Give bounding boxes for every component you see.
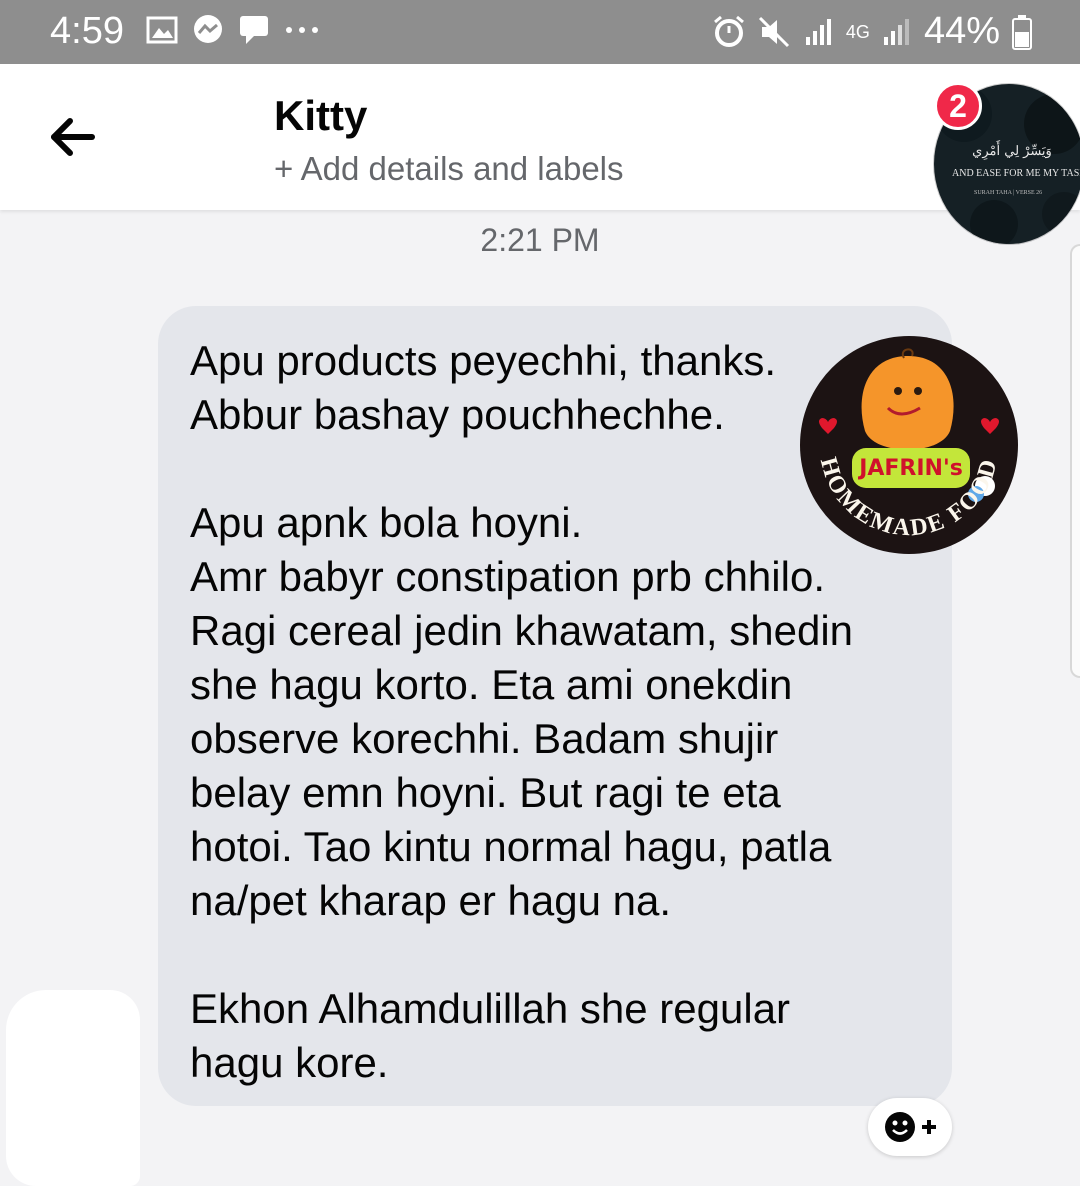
conversation-header: Kitty + Add details and labels (0, 64, 1080, 210)
logo-ring-label: HOMEMADE FOOD (815, 455, 1001, 542)
avatar-caption: SURAH TAHA | VERSE 26 (974, 190, 1043, 196)
chat-icon (240, 16, 268, 44)
status-bar: 4:59 4G 44% (0, 0, 1080, 64)
arrow-left-icon (51, 118, 95, 156)
system-icons: 4G 44% (712, 10, 1032, 53)
hidden-avatar-area (6, 990, 140, 1186)
status-time: 4:59 (50, 10, 124, 52)
image-icon (146, 16, 178, 44)
side-panel-edge (1070, 244, 1080, 678)
back-button[interactable] (46, 114, 98, 160)
messenger-icon (194, 15, 222, 43)
unread-badge: 2 (934, 82, 982, 130)
mute-icon (758, 16, 789, 47)
avatar-text: AND EASE FOR ME MY TASK (952, 168, 1080, 179)
notification-icons (146, 14, 320, 46)
svg-text:HOMEMADE FOOD: HOMEMADE FOOD (815, 455, 1003, 542)
contact-name[interactable]: Kitty (274, 92, 367, 140)
battery-percent: 44% (923, 10, 1000, 52)
message-timestamp: 2:21 PM (480, 222, 600, 258)
add-reaction-button[interactable] (868, 1098, 952, 1156)
avatar-arabic-text: وَيَسِّرْ لِي أَمْرِي (972, 144, 1052, 159)
signal-icon (883, 18, 909, 45)
logo-ring-text: HOMEMADE FOOD (815, 455, 1003, 542)
more-dots-icon (286, 27, 318, 33)
network-type: 4G (845, 21, 870, 42)
alarm-icon (713, 15, 744, 47)
signal-icon (805, 18, 831, 45)
add-details-link[interactable]: + Add details and labels (274, 150, 624, 188)
smiley-plus-icon (885, 1112, 936, 1142)
battery-icon (1012, 14, 1032, 50)
